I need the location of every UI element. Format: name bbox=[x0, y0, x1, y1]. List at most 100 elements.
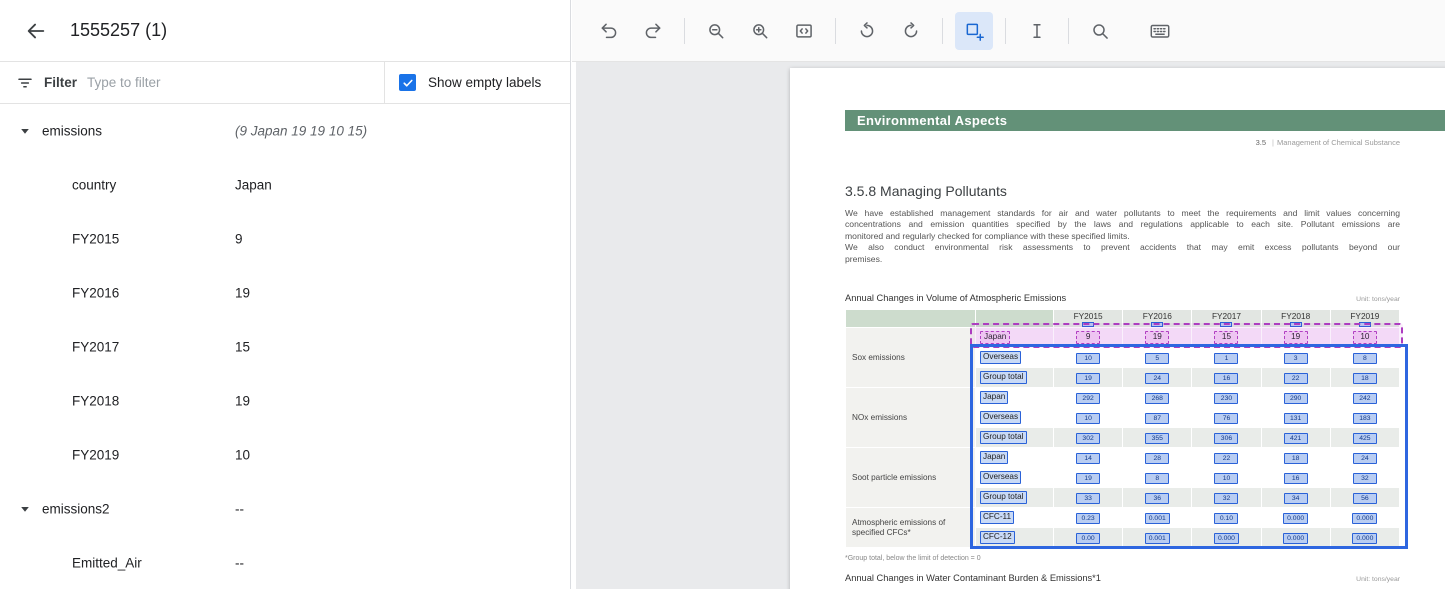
table1-unit: Unit: tons/year bbox=[1356, 296, 1400, 303]
toolbar-divider bbox=[1005, 18, 1006, 44]
filter-label: Filter bbox=[44, 75, 77, 90]
table2-caption-row: Annual Changes in Water Contaminant Burd… bbox=[845, 573, 1400, 583]
paragraph-line: concentrations and emission quantities s… bbox=[845, 219, 1400, 230]
rotate-right-button[interactable] bbox=[892, 12, 930, 50]
paragraph-line: We also conduct environmental risk asses… bbox=[845, 242, 1400, 253]
table1-caption: Annual Changes in Volume of Atmospheric … bbox=[845, 293, 1066, 303]
document-page: Environmental Aspects 3.5 |Management of … bbox=[790, 68, 1445, 589]
tree-item-FY2016[interactable]: FY2016 19 bbox=[0, 266, 570, 320]
breadcrumb-separator: | bbox=[1272, 138, 1274, 147]
paragraph-line: We have established management standards… bbox=[845, 208, 1400, 219]
filter-box[interactable]: Filter bbox=[0, 62, 384, 103]
paragraph-line: premises. bbox=[845, 254, 1400, 265]
toolbar-divider bbox=[1068, 18, 1069, 44]
page-banner: Environmental Aspects bbox=[845, 110, 1445, 131]
show-empty-labels-checkbox[interactable] bbox=[399, 74, 416, 91]
tree-item-FY2018[interactable]: FY2018 19 bbox=[0, 374, 570, 428]
tree-item-FY2015[interactable]: FY2015 9 bbox=[0, 212, 570, 266]
zoom-out-icon bbox=[706, 21, 726, 41]
label-value: -- bbox=[235, 556, 244, 571]
document-area[interactable]: Environmental Aspects 3.5 |Management of … bbox=[576, 62, 1445, 589]
rotate-right-icon bbox=[901, 21, 921, 41]
show-empty-labels-control: Show empty labels bbox=[384, 62, 570, 103]
toolbar-divider bbox=[684, 18, 685, 44]
tree-item-emissions2[interactable]: emissions2 -- bbox=[0, 482, 570, 536]
search-icon bbox=[1090, 21, 1110, 41]
undo-button[interactable] bbox=[590, 12, 628, 50]
label-value: Japan bbox=[235, 178, 272, 193]
toolbar-divider bbox=[835, 18, 836, 44]
rotate-left-button[interactable] bbox=[848, 12, 886, 50]
check-icon bbox=[402, 77, 414, 89]
back-button[interactable] bbox=[24, 19, 48, 43]
zoom-in-button[interactable] bbox=[741, 12, 779, 50]
filter-icon bbox=[16, 74, 34, 92]
redo-icon bbox=[643, 21, 663, 41]
tree-item-country[interactable]: country Japan bbox=[0, 158, 570, 212]
label-name: FY2018 bbox=[72, 394, 119, 409]
label-name: FY2015 bbox=[72, 232, 119, 247]
table2-unit: Unit: tons/year bbox=[1356, 576, 1400, 583]
keyboard-shortcuts-button[interactable] bbox=[1141, 12, 1179, 50]
viewer-panel: Environmental Aspects 3.5 |Management of … bbox=[572, 0, 1445, 589]
document-title: 1555257 (1) bbox=[70, 20, 167, 41]
page-breadcrumb: 3.5 |Management of Chemical Substance bbox=[845, 138, 1400, 147]
paragraph-line: monitored and regularly checked for comp… bbox=[845, 231, 1400, 242]
zoom-in-icon bbox=[750, 21, 770, 41]
show-empty-labels-label: Show empty labels bbox=[428, 75, 541, 90]
body-paragraph: We have established management standards… bbox=[845, 208, 1400, 265]
app-root: 1555257 (1) Filter Show empty labels emi… bbox=[0, 0, 1445, 589]
tree-item-Emitted_Air[interactable]: Emitted_Air -- bbox=[0, 536, 570, 589]
filter-input[interactable] bbox=[87, 75, 368, 90]
viewer-toolbar bbox=[572, 0, 1445, 62]
labels-tree: emissions (9 Japan 19 19 10 15) country Jap… bbox=[0, 104, 570, 589]
table-category-cell: NOx emissions bbox=[846, 388, 976, 448]
collapse-arrow-icon[interactable] bbox=[20, 126, 32, 136]
left-header: 1555257 (1) bbox=[0, 0, 570, 62]
label-name: country bbox=[72, 178, 116, 193]
label-value: 19 bbox=[235, 394, 250, 409]
label-value: 15 bbox=[235, 340, 250, 355]
labels-panel: 1555257 (1) Filter Show empty labels emi… bbox=[0, 0, 571, 589]
search-button[interactable] bbox=[1081, 12, 1119, 50]
label-name: FY2016 bbox=[72, 286, 119, 301]
keyboard-icon bbox=[1149, 20, 1171, 42]
fit-to-page-button[interactable] bbox=[785, 12, 823, 50]
table1-caption-row: Annual Changes in Volume of Atmospheric … bbox=[845, 293, 1400, 303]
filter-bar: Filter Show empty labels bbox=[0, 62, 570, 104]
table-category-cell: Sox emissions bbox=[846, 328, 976, 388]
undo-icon bbox=[599, 21, 619, 41]
label-value: 9 bbox=[235, 232, 243, 247]
fit-to-page-icon bbox=[794, 21, 814, 41]
table-corner-cell bbox=[846, 310, 976, 328]
collapse-arrow-icon[interactable] bbox=[20, 504, 32, 514]
select-text-button[interactable] bbox=[1018, 12, 1056, 50]
add-bounding-box-button[interactable] bbox=[955, 12, 993, 50]
label-value: 19 bbox=[235, 286, 250, 301]
label-name: emissions2 bbox=[42, 502, 110, 517]
label-name: emissions bbox=[42, 124, 102, 139]
tree-item-FY2017[interactable]: FY2017 15 bbox=[0, 320, 570, 374]
table2-caption: Annual Changes in Water Contaminant Burd… bbox=[845, 573, 1101, 583]
label-name: FY2017 bbox=[72, 340, 119, 355]
label-value: -- bbox=[235, 502, 244, 517]
redo-button[interactable] bbox=[634, 12, 672, 50]
table-category-cell: Atmospheric emissions of specified CFCs* bbox=[846, 508, 976, 548]
breadcrumb-number: 3.5 bbox=[1256, 138, 1266, 147]
select-text-icon bbox=[1027, 21, 1047, 41]
breadcrumb-text: Management of Chemical Substance bbox=[1277, 138, 1400, 147]
tree-item-FY2019[interactable]: FY2019 10 bbox=[0, 428, 570, 482]
label-name: FY2019 bbox=[72, 448, 119, 463]
label-name: Emitted_Air bbox=[72, 556, 142, 571]
section-title: 3.5.8 Managing Pollutants bbox=[845, 183, 1007, 199]
toolbar-divider bbox=[942, 18, 943, 44]
label-value: (9 Japan 19 19 10 15) bbox=[235, 124, 367, 139]
entity-group-bounding-box[interactable] bbox=[970, 344, 1408, 549]
add-bounding-box-icon bbox=[964, 21, 984, 41]
rotate-left-icon bbox=[857, 21, 877, 41]
table1-footnote: *Group total, below the limit of detecti… bbox=[845, 555, 981, 562]
back-arrow-icon bbox=[25, 20, 47, 42]
tree-item-emissions[interactable]: emissions (9 Japan 19 19 10 15) bbox=[0, 104, 570, 158]
label-value: 10 bbox=[235, 448, 250, 463]
zoom-out-button[interactable] bbox=[697, 12, 735, 50]
